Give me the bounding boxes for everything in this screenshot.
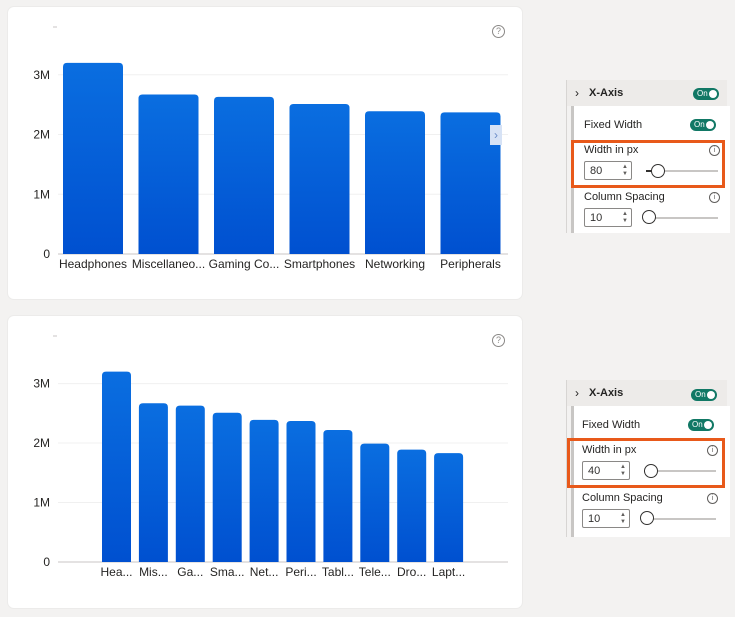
fixed-width-label: Fixed Width — [584, 119, 643, 131]
spin-down-icon[interactable]: ▼ — [620, 519, 626, 525]
spin-down-icon[interactable]: ▼ — [622, 218, 628, 224]
x-axis-toggle[interactable]: On — [693, 88, 719, 100]
x-category-label: Gaming Co... — [209, 257, 280, 271]
x-category-label: Mis... — [139, 565, 168, 579]
bar — [138, 403, 168, 562]
bar-chart-bottom: 0 1M 2M 3M Hea... Mis... Ga... Sma... Net... Peri… — [33, 335, 508, 579]
x-axis-section-header[interactable]: › X-Axis On — [567, 380, 727, 406]
y-tick-label: 1M — [33, 187, 50, 201]
y-tick-label: 1M — [33, 496, 50, 510]
bar — [249, 419, 279, 562]
x-category-label: Hea... — [100, 565, 132, 579]
bar — [397, 449, 427, 562]
x-category-label: Networking — [365, 257, 425, 271]
x-category-label: Miscellaneo... — [132, 257, 205, 271]
section-title: X-Axis — [589, 87, 624, 99]
x-category-label: Lapt... — [432, 565, 465, 579]
chart-card-top[interactable]: 0 1M 2M 3M Headphones Miscellaneo... Gaming Co… — [8, 7, 522, 299]
spacing-slider-track[interactable] — [644, 518, 716, 520]
fixed-width-toggle[interactable]: On — [688, 419, 714, 431]
bar — [212, 412, 242, 562]
x-category-label: Peri... — [285, 565, 316, 579]
x-axis-section-header[interactable]: › X-Axis On — [567, 80, 727, 106]
help-icon[interactable]: ? — [492, 25, 505, 38]
bar — [365, 111, 425, 255]
y-tick-label: 2M — [33, 436, 50, 450]
column-spacing-value[interactable]: 10 — [588, 513, 600, 525]
x-category-label: Peripherals — [440, 257, 501, 271]
bar — [175, 405, 205, 562]
column-spacing-spinner[interactable]: 10 ▲ ▼ — [582, 509, 630, 528]
spacing-slider-track[interactable] — [646, 217, 718, 219]
column-spacing-spinner[interactable]: 10 ▲ ▼ — [584, 208, 632, 227]
x-category-label: Tabl... — [322, 565, 354, 579]
x-category-label: Tele... — [359, 565, 391, 579]
info-icon[interactable]: i — [709, 192, 720, 203]
x-category-label: Smartphones — [284, 257, 355, 271]
spin-up-icon[interactable]: ▲ — [620, 512, 626, 518]
y-tick-label: 2M — [33, 128, 50, 142]
bar — [138, 94, 199, 255]
bar — [286, 421, 316, 562]
bar-chart-top: 0 1M 2M 3M Headphones Miscellaneo... Gaming Co… — [33, 26, 508, 271]
x-category-label: Ga... — [177, 565, 203, 579]
spin-up-icon[interactable]: ▲ — [622, 211, 628, 217]
x-category-label: Net... — [250, 565, 279, 579]
bar — [102, 371, 131, 562]
column-spacing-label: Column Spacing — [584, 191, 665, 203]
x-category-label: Sma... — [210, 565, 245, 579]
y-tick-label: 0 — [43, 555, 50, 569]
chart-card-bottom[interactable]: 0 1M 2M 3M Hea... Mis... Ga... Sma... Net... Peri… — [8, 316, 522, 608]
x-axis-toggle[interactable]: On — [691, 389, 717, 401]
x-category-label: Headphones — [59, 257, 127, 271]
help-icon[interactable]: ? — [492, 334, 505, 347]
chevron-right-icon[interactable]: › — [575, 386, 579, 400]
fixed-width-toggle[interactable]: On — [690, 119, 716, 131]
y-tick-label: 0 — [43, 247, 50, 261]
bar — [214, 96, 274, 254]
y-tick-label: 3M — [33, 68, 50, 82]
chevron-right-icon[interactable]: › — [575, 86, 579, 100]
spacing-slider-thumb[interactable] — [640, 511, 654, 525]
scroll-right-arrow-icon[interactable]: › — [490, 125, 502, 145]
fixed-width-label: Fixed Width — [582, 419, 641, 431]
x-category-label: Dro... — [397, 565, 426, 579]
column-spacing-value[interactable]: 10 — [590, 212, 602, 224]
bar — [63, 62, 123, 255]
spacing-slider-thumb[interactable] — [642, 210, 656, 224]
section-title: X-Axis — [589, 387, 624, 399]
y-tick-label: 3M — [33, 377, 50, 391]
bar — [434, 453, 464, 562]
bar — [323, 429, 353, 562]
column-spacing-label: Column Spacing — [582, 492, 663, 504]
bar — [289, 104, 350, 255]
bar — [360, 443, 390, 562]
info-icon[interactable]: i — [707, 493, 718, 504]
highlight-box — [567, 438, 725, 488]
highlight-box — [571, 140, 725, 188]
